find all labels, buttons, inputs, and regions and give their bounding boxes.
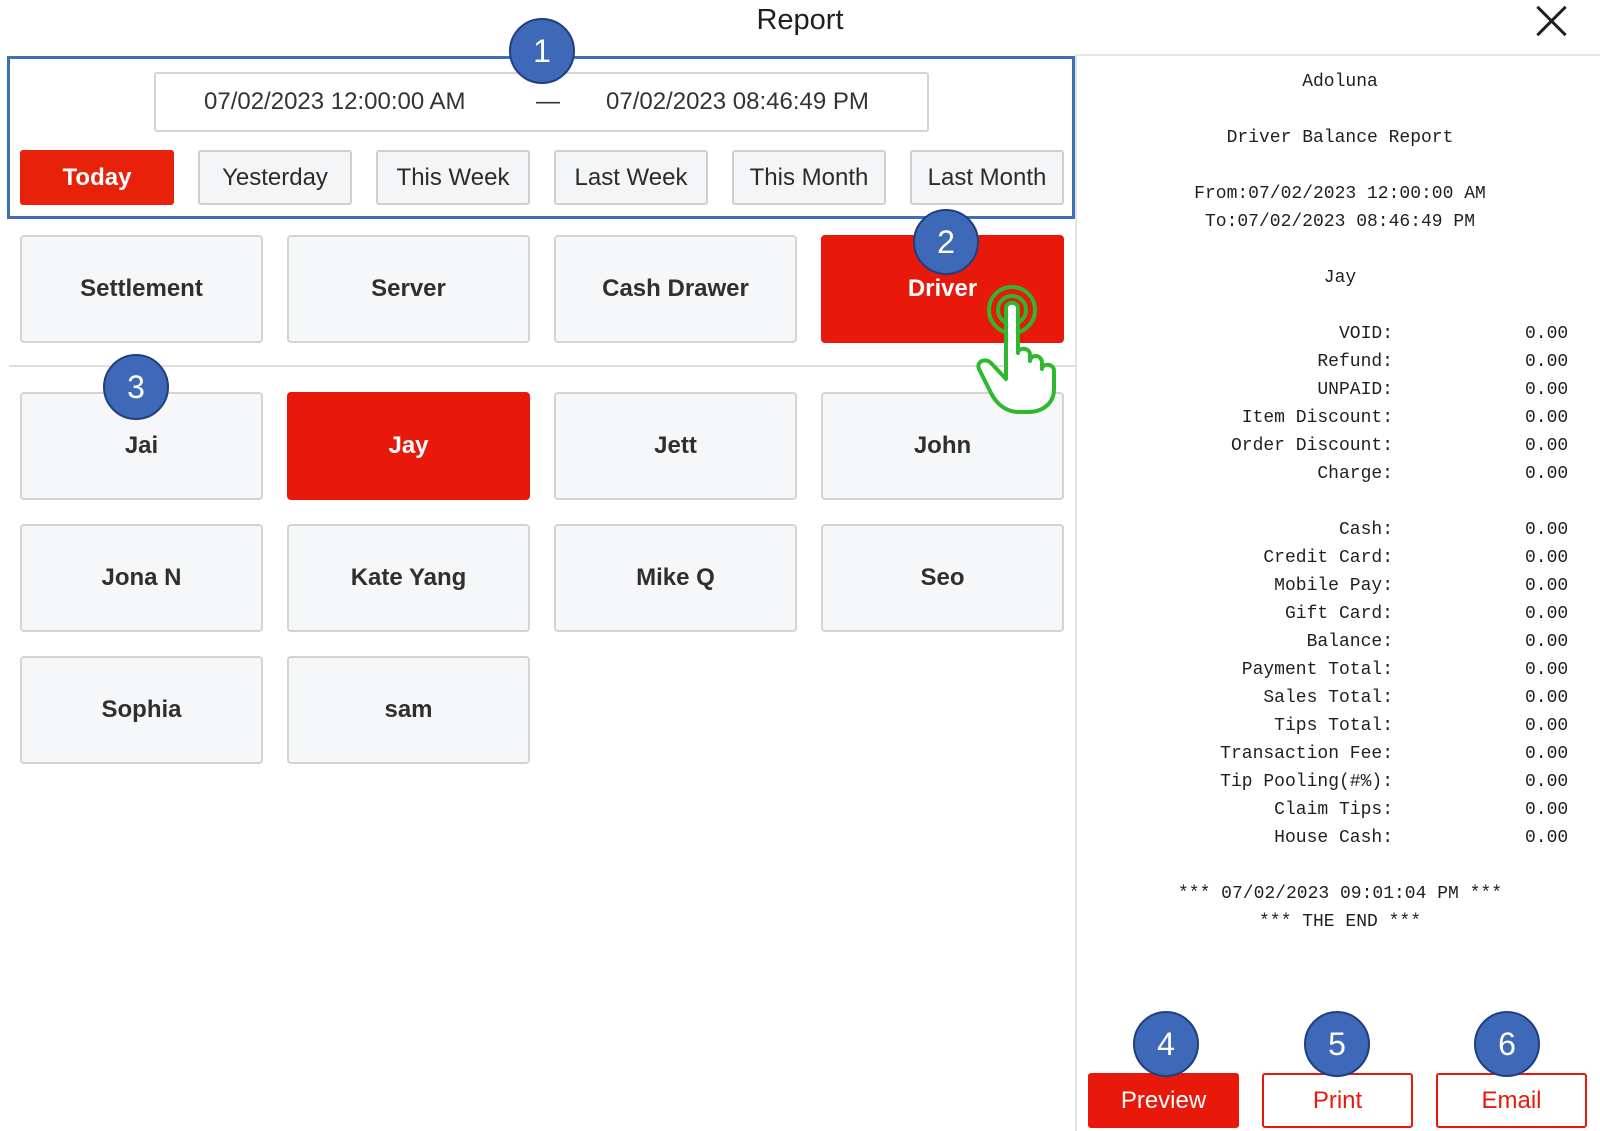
range-last-month-button[interactable]: Last Month [910,150,1064,205]
receipt-row-value: 0.00 [1525,800,1569,820]
report-type-server[interactable]: Server [287,235,530,343]
receipt-row-value: 0.00 [1525,772,1569,792]
receipt-to: To:07/02/2023 08:46:49 PM [1204,212,1476,232]
receipt-row-label: Claim Tips: [1274,800,1393,820]
receipt-from: From:07/02/2023 12:00:00 AM [1194,184,1486,204]
receipt-row-value: 0.00 [1525,660,1569,680]
driver-button[interactable]: Kate Yang [287,524,530,632]
annotation-badge: 3 [103,354,169,420]
driver-button[interactable]: Jett [554,392,797,500]
annotation-badge: 1 [509,18,575,84]
receipt-row-label: Transaction Fee: [1220,744,1393,764]
annotation-badge: 4 [1133,1011,1199,1077]
date-from: 07/02/2023 12:00:00 AM [204,88,466,115]
receipt-row-value: 0.00 [1525,520,1569,540]
receipt-row-label: Tip Pooling(#%): [1220,772,1393,792]
report-type-settlement[interactable]: Settlement [20,235,263,343]
close-icon[interactable] [1535,4,1569,38]
email-button[interactable]: Email [1436,1073,1587,1128]
range-this-month-button[interactable]: This Month [732,150,886,205]
receipt-row-label: Tips Total: [1274,716,1393,736]
receipt-row-value: 0.00 [1525,744,1569,764]
receipt-row-value: 0.00 [1525,688,1569,708]
receipt-row-label: Credit Card: [1263,548,1393,568]
driver-button[interactable]: Jona N [20,524,263,632]
receipt-row-label: Mobile Pay: [1274,576,1393,596]
section-divider [9,365,1075,367]
annotation-badge: 5 [1304,1011,1370,1077]
receipt-row-label: VOID: [1338,324,1393,344]
receipt-top-border [1075,54,1600,56]
tap-hand-icon [976,285,1056,414]
report-type-cash-drawer[interactable]: Cash Drawer [554,235,797,343]
receipt-row-label: Cash: [1338,520,1393,540]
annotation-badge: 2 [913,209,979,275]
date-to: 07/02/2023 08:46:49 PM [606,88,869,115]
pane-divider [1075,55,1077,1131]
page-title: Report [756,4,844,36]
receipt-row-label: Refund: [1317,352,1393,372]
receipt-row-value: 0.00 [1525,828,1569,848]
receipt-row-value: 0.00 [1525,548,1569,568]
receipt-row-label: UNPAID: [1317,380,1393,400]
receipt-row-label: Payment Total: [1241,660,1393,680]
range-yesterday-button[interactable]: Yesterday [198,150,352,205]
receipt-row-label: Order Discount: [1230,436,1393,456]
driver-button[interactable]: Mike Q [554,524,797,632]
driver-button[interactable]: Jay [287,392,530,500]
receipt-driver-name: Jay [1323,268,1357,288]
date-separator: — [536,88,560,115]
driver-button[interactable]: Sophia [20,656,263,764]
receipt-row-value: 0.00 [1525,352,1569,372]
receipt-row-value: 0.00 [1525,436,1569,456]
receipt-row-label: Balance: [1306,632,1393,652]
receipt-row-value: 0.00 [1525,576,1569,596]
receipt-end-line: *** THE END *** [1258,912,1422,932]
range-last-week-button[interactable]: Last Week [554,150,708,205]
receipt-row-value: 0.00 [1525,464,1569,484]
driver-button[interactable]: sam [287,656,530,764]
receipt-store-name: Adoluna [1302,72,1378,92]
receipt-row-value: 0.00 [1525,380,1569,400]
receipt-row-value: 0.00 [1525,408,1569,428]
receipt-row-value: 0.00 [1525,604,1569,624]
receipt-row-label: Item Discount: [1241,408,1393,428]
receipt-title: Driver Balance Report [1226,128,1454,148]
range-this-week-button[interactable]: This Week [376,150,530,205]
receipt-row-value: 0.00 [1525,716,1569,736]
driver-button[interactable]: Seo [821,524,1064,632]
receipt-row-label: Gift Card: [1284,604,1393,624]
receipt-printed-at: *** 07/02/2023 09:01:04 PM *** [1177,884,1503,904]
print-button[interactable]: Print [1262,1073,1413,1128]
receipt-row-label: Charge: [1317,464,1393,484]
receipt-row-value: 0.00 [1525,324,1569,344]
range-today-button[interactable]: Today [20,150,174,205]
receipt-row-label: Sales Total: [1263,688,1393,708]
annotation-badge: 6 [1474,1011,1540,1077]
receipt-row-label: House Cash: [1274,828,1393,848]
preview-button[interactable]: Preview [1088,1073,1239,1128]
receipt-row-value: 0.00 [1525,632,1569,652]
